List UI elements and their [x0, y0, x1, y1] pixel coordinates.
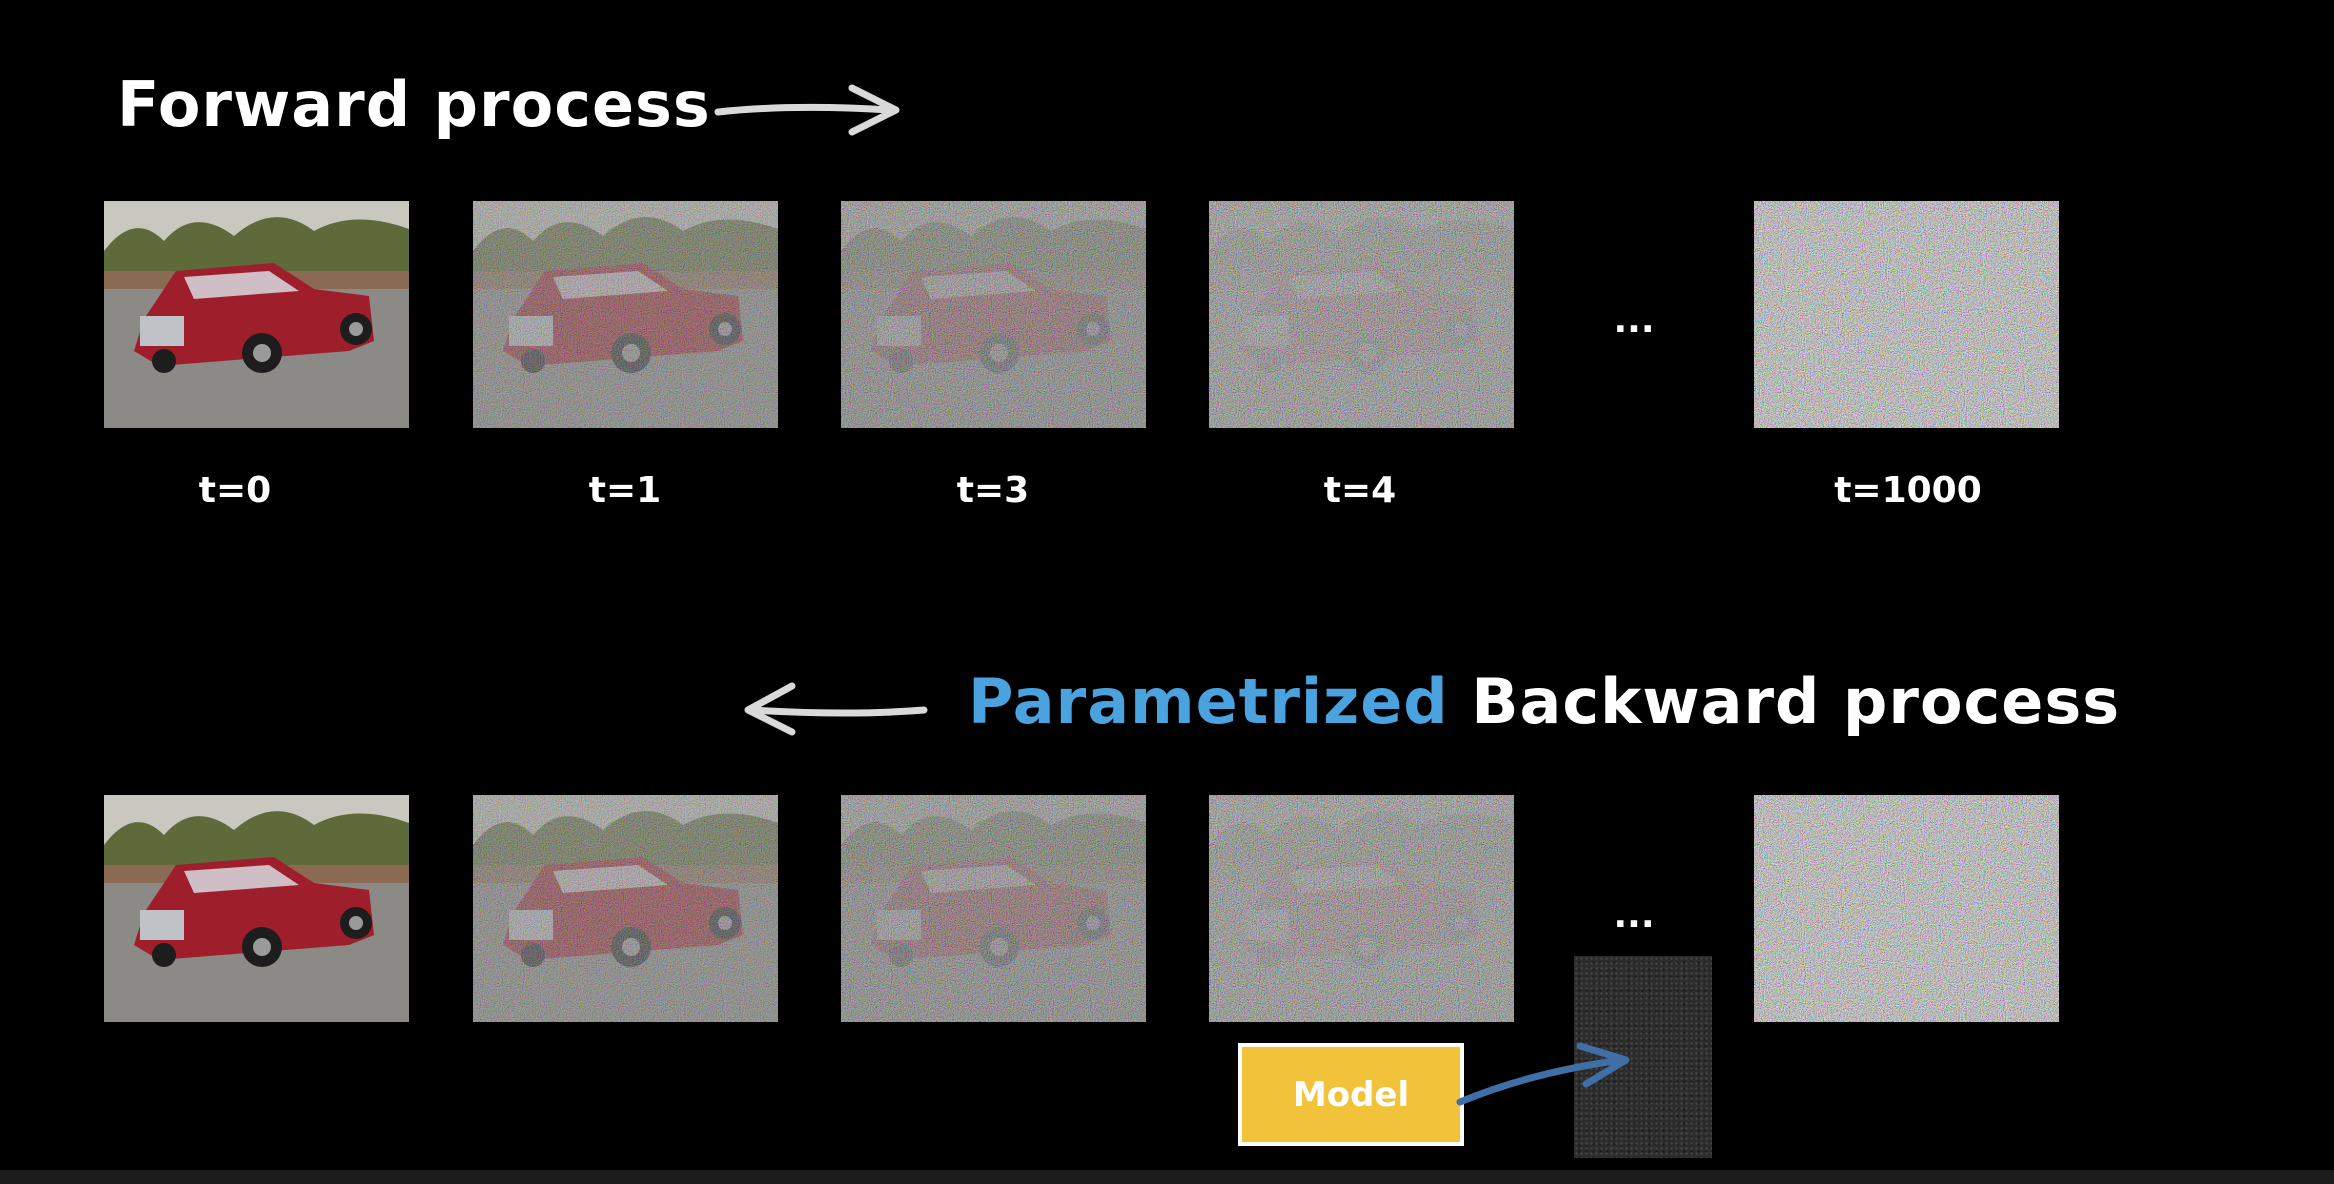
timestep-label: t=0 [198, 470, 272, 511]
timestep-label: t=1 [588, 470, 662, 511]
backward-frame-0 [104, 795, 409, 1022]
forward-frame-3 [1209, 201, 1514, 428]
forward-frame-2 [841, 201, 1146, 428]
bottom-bar [0, 1170, 2334, 1184]
model-box: Model [1238, 1043, 1464, 1146]
forward-frame-4 [1754, 201, 2059, 428]
timestep-label: t=4 [1323, 470, 1397, 511]
backward-frame-4 [1754, 795, 2059, 1022]
timestep-label: t=1000 [1834, 470, 1982, 511]
model-arrow-icon [1456, 1042, 1630, 1106]
model-label: Model [1292, 1074, 1410, 1115]
backward-arrow-icon [744, 682, 928, 736]
timestep-label: t=3 [956, 470, 1030, 511]
forward-frame-0 [104, 201, 409, 428]
backward-ellipsis: ... [1613, 895, 1655, 936]
backward-frame-2 [841, 795, 1146, 1022]
backward-frame-1 [473, 795, 778, 1022]
parametrized-word: Parametrized [968, 665, 1449, 738]
backward-frame-3 [1209, 795, 1514, 1022]
forward-ellipsis: ... [1613, 300, 1655, 341]
forward-process-title: Forward process [117, 68, 711, 141]
forward-arrow-icon [714, 84, 900, 136]
backward-process-text: Backward process [1471, 665, 2121, 738]
backward-process-title: Parametrized Backward process [968, 665, 2120, 738]
forward-frame-1 [473, 201, 778, 428]
